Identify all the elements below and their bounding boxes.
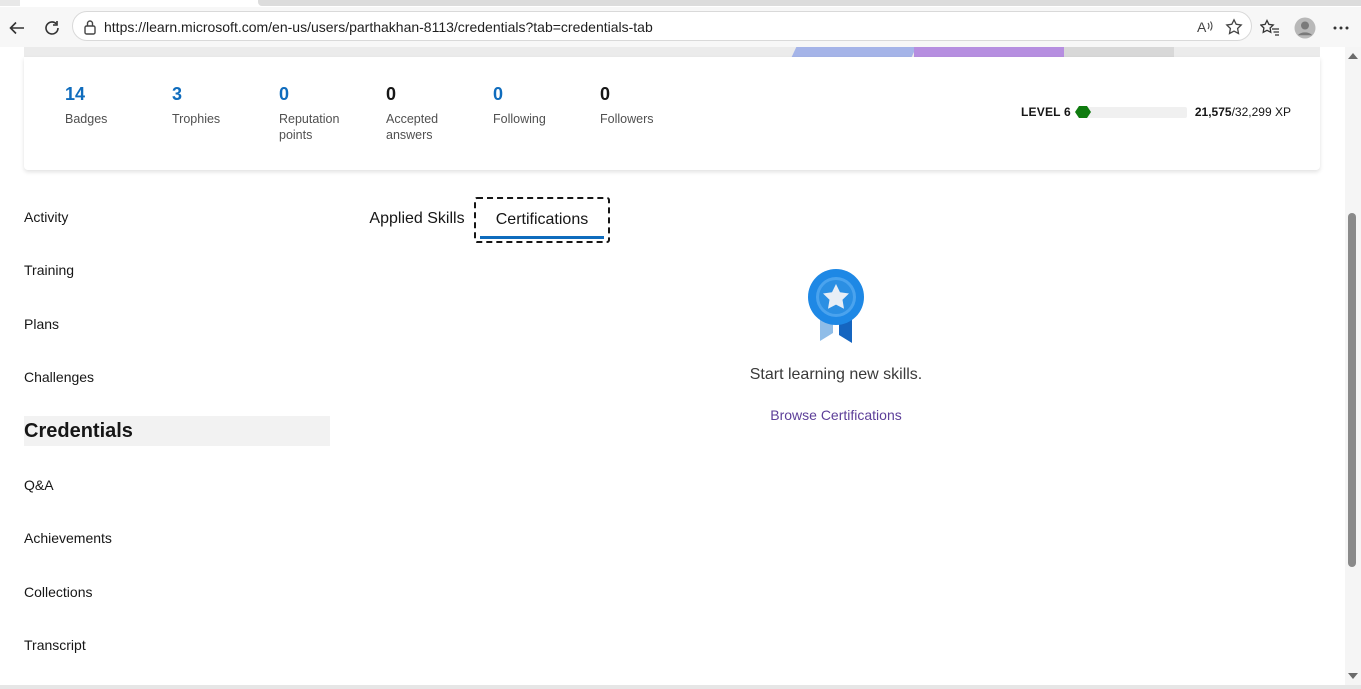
level-label: LEVEL 6 <box>1021 105 1071 119</box>
sidebar-item-qa[interactable]: Q&A <box>24 470 330 500</box>
stat-label: Accepted answers <box>386 112 439 142</box>
tab-certifications[interactable]: Certifications <box>474 197 610 243</box>
xp-current: 21,575 <box>1194 105 1232 119</box>
favorites-icon <box>1260 19 1279 36</box>
url-text[interactable]: https://learn.microsoft.com/en-us/users/… <box>104 19 653 35</box>
stat-followers: 0 Followers <box>600 83 700 127</box>
stat-label: Following <box>493 112 546 126</box>
browser-tab-bar[interactable] <box>258 0 1361 6</box>
stat-value: 0 <box>493 84 504 104</box>
xp-total: /32,299 XP <box>1231 105 1291 119</box>
stat-value: 14 <box>65 84 86 104</box>
profile-button[interactable] <box>1294 17 1316 39</box>
sidebar-item-plans[interactable]: Plans <box>24 309 330 339</box>
stat-following[interactable]: 0 Following <box>493 83 593 127</box>
sidebar-item-achievements[interactable]: Achievements <box>24 523 330 553</box>
certification-ribbon-icon <box>808 269 864 343</box>
stat-value: 0 <box>386 84 397 104</box>
tab-selected-indicator <box>480 236 604 239</box>
lock-icon[interactable] <box>83 19 97 40</box>
xp-progress-bar <box>1074 105 1187 118</box>
refresh-icon <box>45 21 59 35</box>
stat-label: Trophies <box>172 112 221 126</box>
level-gem-icon <box>1074 105 1091 118</box>
sidebar-item-training[interactable]: Training <box>24 255 330 285</box>
scrollbar-thumb[interactable] <box>1348 213 1356 567</box>
page-scrollbar[interactable] <box>1345 47 1361 685</box>
svg-text:A: A <box>1197 19 1207 35</box>
sidebar-item-credentials[interactable]: Credentials <box>24 416 330 446</box>
stat-trophies[interactable]: 3 Trophies <box>172 83 272 127</box>
favorite-star-icon[interactable] <box>1225 18 1243 36</box>
certifications-empty-state: Start learning new skills. Browse Certif… <box>636 267 1036 425</box>
level-progress: LEVEL 6 21,575/32,299 XP <box>1021 105 1291 119</box>
profile-banner <box>24 47 1320 57</box>
xp-readout: 21,575/32,299 XP <box>1195 105 1291 119</box>
browser-tab-strip <box>0 0 1361 7</box>
stat-value: 3 <box>172 84 183 104</box>
sidebar-item-collections[interactable]: Collections <box>24 577 330 607</box>
more-icon <box>1333 26 1349 30</box>
sidebar-item-challenges[interactable]: Challenges <box>24 362 330 392</box>
browser-toolbar: https://learn.microsoft.com/en-us/users/… <box>0 7 1361 47</box>
stat-label: Badges <box>65 112 108 126</box>
stat-value: 0 <box>600 84 611 104</box>
read-aloud-icon[interactable]: A <box>1197 18 1215 36</box>
stat-accepted-answers: 0 Accepted answers <box>386 83 456 143</box>
sidebar-item-activity[interactable]: Activity <box>24 202 330 232</box>
stat-reputation[interactable]: 0 Reputation points <box>279 83 349 143</box>
address-bar[interactable]: https://learn.microsoft.com/en-us/users/… <box>72 11 1252 41</box>
profile-icon <box>1294 17 1316 39</box>
stat-label: Reputation points <box>279 112 340 142</box>
empty-state-message: Start learning new skills. <box>749 366 923 383</box>
back-icon <box>9 21 24 35</box>
stat-label: Followers <box>600 112 654 126</box>
refresh-button[interactable] <box>39 15 65 41</box>
more-button[interactable] <box>1330 17 1352 39</box>
browser-tab-fragment[interactable] <box>0 0 20 6</box>
scroll-up-arrow[interactable] <box>1348 53 1358 59</box>
back-button[interactable] <box>4 15 30 41</box>
browse-certifications-link[interactable]: Browse Certifications <box>770 407 902 423</box>
tab-certifications-label: Certifications <box>495 211 589 228</box>
favorites-button[interactable] <box>1259 17 1281 39</box>
tab-applied-skills[interactable]: Applied Skills <box>362 197 472 243</box>
sidebar-item-transcript[interactable]: Transcript <box>24 630 330 660</box>
scroll-down-arrow[interactable] <box>1348 673 1358 679</box>
window-bottom-edge <box>0 685 1361 689</box>
stat-badges[interactable]: 14 Badges <box>65 83 165 127</box>
page-viewport: 14 Badges 3 Trophies 0 Reputation points… <box>0 47 1345 685</box>
stat-value: 0 <box>279 84 290 104</box>
stats-card: 14 Badges 3 Trophies 0 Reputation points… <box>24 57 1320 170</box>
